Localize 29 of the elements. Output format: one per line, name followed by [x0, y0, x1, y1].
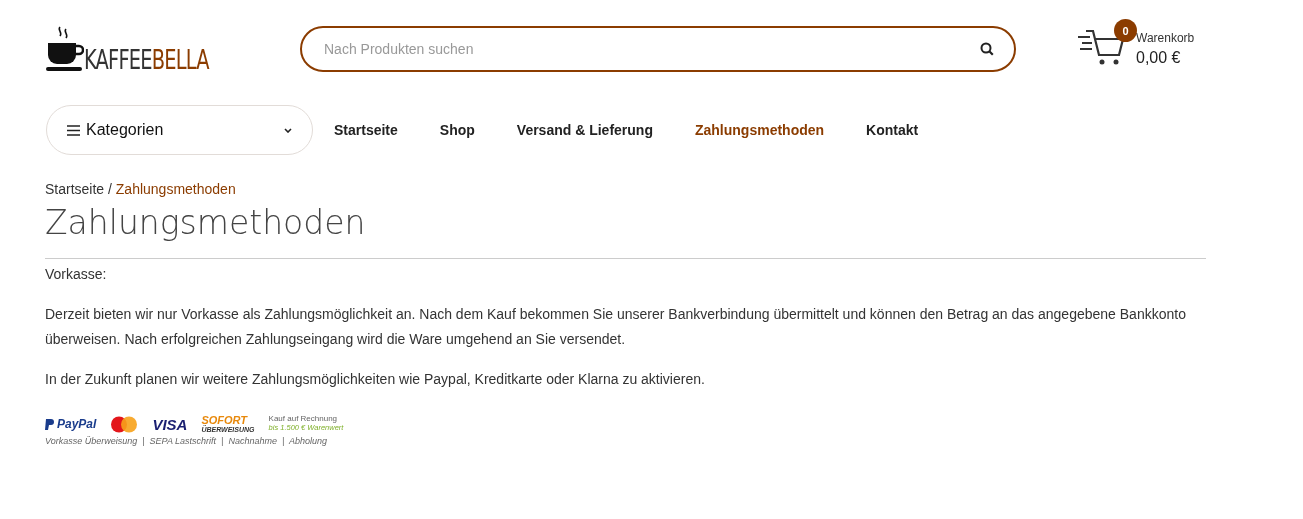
cart-count-badge: 0: [1114, 19, 1137, 42]
logo-text[interactable]: KAFFEEBELLA: [84, 46, 209, 73]
visa-logo: VISA: [152, 415, 188, 433]
coffee-cup-icon: [46, 25, 84, 73]
nav-link[interactable]: Zahlungsmethoden: [694, 122, 825, 138]
chevron-down-icon: [284, 127, 292, 133]
cart-total: 0,00 €: [1136, 49, 1182, 67]
paypal-icon: [45, 418, 54, 430]
paragraph: Vorkasse:: [45, 265, 108, 284]
cart-label[interactable]: Warenkorb: [1136, 31, 1195, 45]
card-circles-icon: [110, 415, 139, 433]
search-bar[interactable]: Nach Produkten suchen: [300, 26, 1016, 72]
sofort-logo: SOFORT: [201, 415, 248, 426]
page-title: Zahlungsmethoden: [45, 203, 367, 242]
nav-link[interactable]: Kontakt: [866, 122, 919, 138]
menu-icon: [67, 124, 80, 136]
paypal-logo: PayPal: [45, 417, 97, 431]
nav-link[interactable]: Shop: [439, 122, 475, 138]
breadcrumb-separator: /: [107, 181, 113, 197]
paragraph: In der Zukunft planen wir weitere Zahlungsmöglichkeiten wie Paypal, Kreditkarte oder Klarna zu aktivieren.: [45, 370, 706, 389]
invoice-label: Kauf auf Rechnung: [268, 415, 339, 425]
payment-methods-caption: Vorkasse Überweisung | SEPA Lastschrift | Nachnahme | Abholung: [45, 436, 328, 446]
nav-link[interactable]: Startseite: [334, 122, 398, 138]
paragraph: Derzeit bieten wir nur Vorkasse als Zahlungsmöglichkeit an. Nach dem Kauf bekommen Sie unserer Bankverbindung übermittelt und können den Betrag an das angegebene Bankkonto überweisen. Nach erfolgreichen Zahlungseingang wird die Ware umgehend an Sie versendet.: [45, 305, 1187, 349]
breadcrumb-link[interactable]: Zahlungsmethoden: [115, 181, 236, 197]
breadcrumb-link[interactable]: Startseite: [45, 181, 105, 197]
categories-dropdown[interactable]: Kategorien: [46, 105, 313, 155]
search-icon[interactable]: [980, 42, 994, 56]
nav-link[interactable]: Versand & Lieferung: [516, 122, 653, 138]
